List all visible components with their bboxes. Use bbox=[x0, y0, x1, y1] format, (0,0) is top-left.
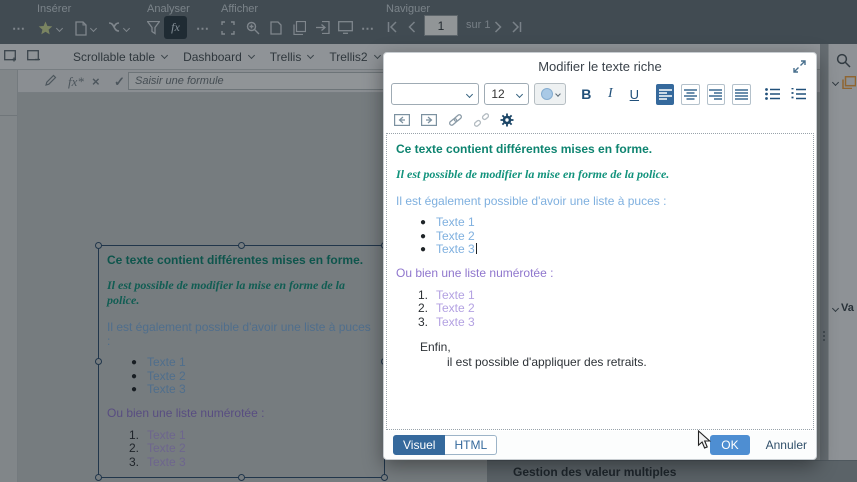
rich-text-editor-dialog: Modifier le texte riche 12 B I U Ce text… bbox=[383, 52, 817, 460]
bullet-glyph: ● bbox=[420, 244, 427, 255]
numbered-list: 1. Texte 1 2. Texte 2 3. Texte 3 bbox=[418, 287, 475, 329]
chevron-down-icon bbox=[466, 90, 474, 98]
bullet-list-button[interactable] bbox=[763, 83, 784, 105]
link-icon[interactable] bbox=[448, 113, 463, 127]
richtext-italic-line: Il est possible de modifier la mise en f… bbox=[396, 167, 670, 181]
color-swatch bbox=[540, 88, 553, 100]
font-family-select[interactable] bbox=[391, 83, 480, 105]
text-caret bbox=[475, 243, 477, 254]
richtext-indent-1: Enfin, bbox=[420, 340, 451, 354]
richtext-numbered-intro: Ou bien une liste numérotée : bbox=[396, 265, 554, 280]
richtext-heading: Ce texte contient différentes mises en f… bbox=[396, 142, 653, 156]
dialog-toolbar-row2 bbox=[384, 108, 816, 132]
unlink-icon[interactable] bbox=[474, 113, 489, 127]
cancel-button[interactable]: Annuler bbox=[766, 438, 807, 452]
bullet-glyph: ● bbox=[420, 217, 427, 228]
settings-gear-icon[interactable] bbox=[500, 113, 514, 127]
chevron-down-icon bbox=[554, 91, 561, 97]
chevron-down-icon bbox=[516, 90, 524, 98]
italic-button[interactable]: I bbox=[601, 83, 620, 105]
underline-button[interactable]: U bbox=[625, 83, 644, 105]
font-color-picker[interactable] bbox=[534, 83, 566, 105]
html-mode-tab[interactable]: HTML bbox=[445, 435, 498, 455]
expand-dialog-icon[interactable] bbox=[793, 60, 806, 73]
richtext-edit-area[interactable]: Ce texte contient différentes mises en f… bbox=[386, 133, 814, 430]
app-window: Insérer Analyser Afficher Naviguer ⋯ fx … bbox=[0, 0, 857, 482]
dialog-toolbar-row1: 12 B I U bbox=[384, 81, 816, 107]
indent-button[interactable] bbox=[421, 114, 437, 126]
mouse-cursor bbox=[697, 430, 711, 450]
align-right-button[interactable] bbox=[706, 83, 726, 105]
richtext-indent-2: il est possible d'appliquer des retraits… bbox=[447, 355, 647, 369]
align-justify-button[interactable] bbox=[732, 83, 751, 105]
numbered-list-button[interactable] bbox=[788, 83, 809, 105]
visual-mode-tab[interactable]: Visuel bbox=[393, 435, 446, 455]
font-size-select[interactable]: 12 bbox=[484, 83, 530, 105]
bullet-list: ● Texte 1 ● Texte 2 ● Texte 3 bbox=[420, 215, 477, 256]
bold-button[interactable]: B bbox=[577, 83, 596, 105]
richtext-bullets-intro: Il est également possible d'avoir une li… bbox=[396, 194, 667, 208]
ok-button[interactable]: OK bbox=[710, 435, 750, 455]
align-left-button[interactable] bbox=[655, 83, 675, 105]
align-center-button[interactable] bbox=[681, 83, 700, 105]
bullet-glyph: ● bbox=[420, 230, 427, 242]
dialog-footer: Visuel HTML OK Annuler bbox=[384, 431, 816, 459]
dialog-title: Modifier le texte riche bbox=[538, 59, 662, 74]
outdent-button[interactable] bbox=[394, 114, 410, 126]
